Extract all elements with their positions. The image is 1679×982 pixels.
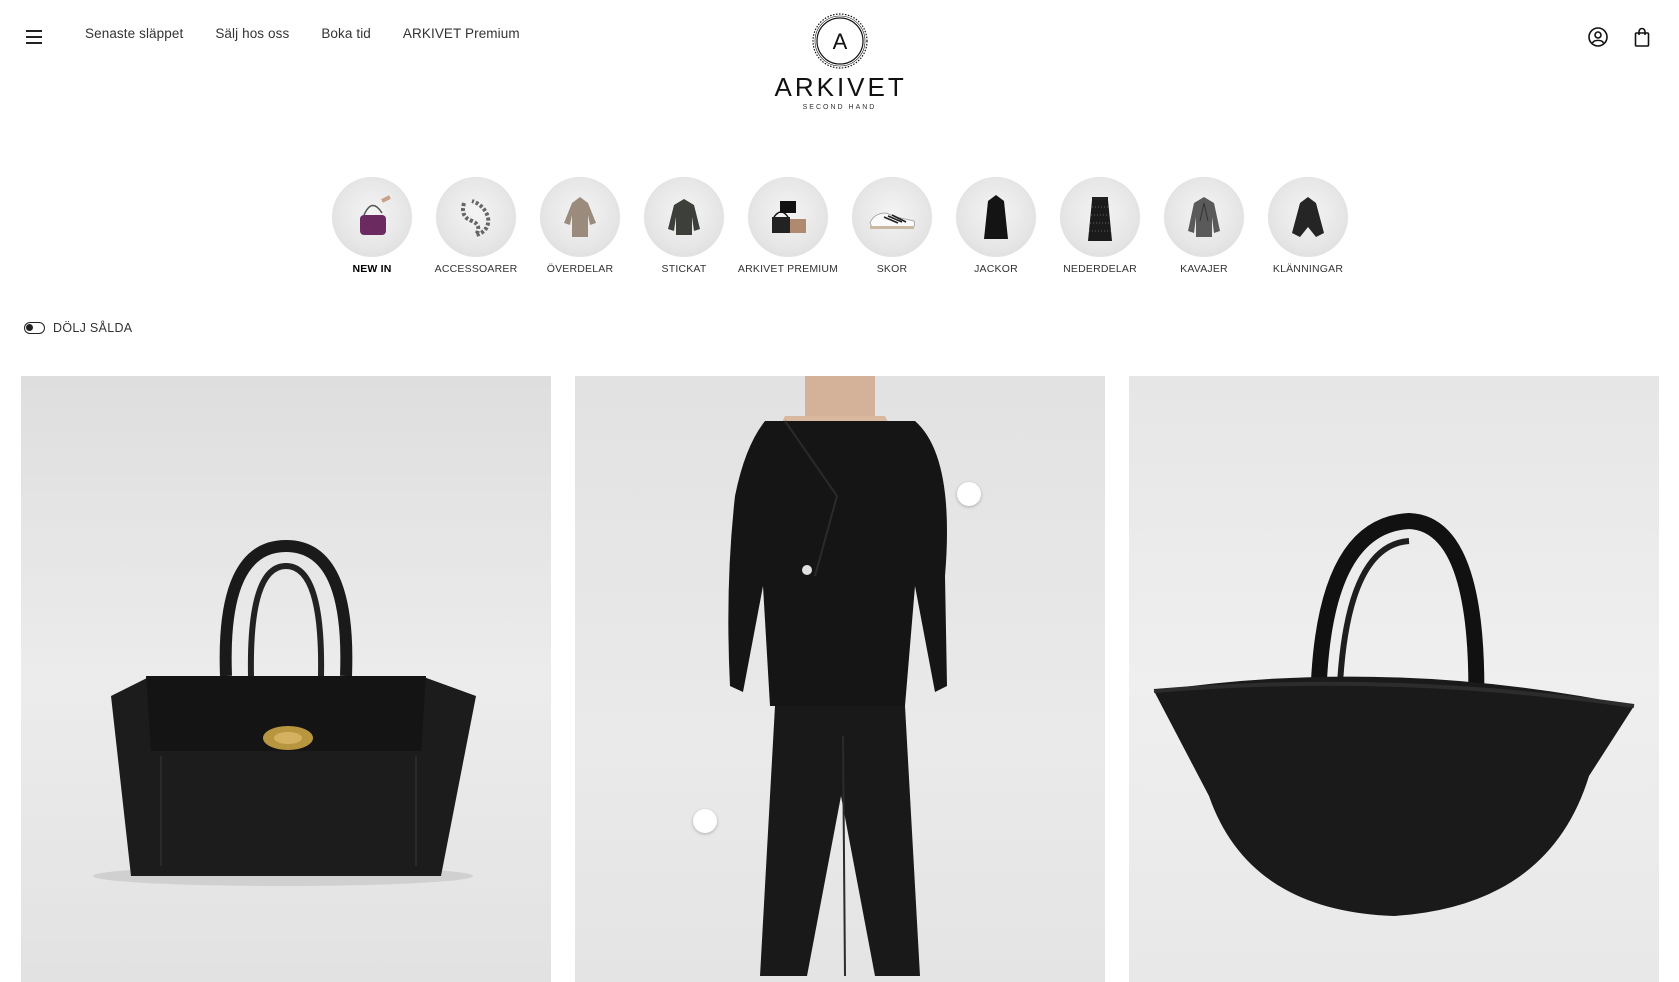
- category-label: NEW IN: [352, 263, 392, 275]
- product-hotspot[interactable]: [693, 809, 717, 833]
- svg-text:A: A: [832, 29, 847, 54]
- purple-handbag-icon: [332, 177, 412, 257]
- logo-badge-icon: A: [775, 12, 905, 70]
- product-grid: [21, 376, 1659, 982]
- hide-sold-filter[interactable]: DÖLJ SÅLDA: [24, 321, 132, 335]
- category-label: JACKOR: [974, 263, 1018, 275]
- grey-blazer-icon: [1164, 177, 1244, 257]
- header-actions: [1587, 26, 1653, 48]
- product-card[interactable]: [575, 376, 1105, 982]
- nav-link-senaste-slappet[interactable]: Senaste släppet: [85, 26, 183, 41]
- category-new-in[interactable]: NEW IN: [332, 177, 412, 275]
- product-card[interactable]: [21, 376, 551, 982]
- category-label: ÖVERDELAR: [546, 263, 614, 275]
- category-label: KAVAJER: [1180, 263, 1228, 275]
- model-wrap-jacket-image: [728, 376, 947, 977]
- shopping-bag-icon[interactable]: [1631, 26, 1653, 48]
- site-header: Senaste släppet Sälj hos oss Boka tid AR…: [0, 0, 1679, 140]
- category-label: ARKIVET PREMIUM: [737, 263, 839, 275]
- category-jackor[interactable]: JACKOR: [956, 177, 1036, 275]
- account-icon[interactable]: [1587, 26, 1609, 48]
- category-carousel: NEW IN ACCESSOARER ÖVERDELAR STICKAT ARK…: [332, 177, 1348, 275]
- nav-link-salj-hos-oss[interactable]: Sälj hos oss: [215, 26, 289, 41]
- nav-link-arkivet-premium[interactable]: ARKIVET Premium: [403, 26, 520, 41]
- category-skor[interactable]: SKOR: [852, 177, 932, 275]
- designer-bags-icon: [748, 177, 828, 257]
- sequin-skirt-icon: [1060, 177, 1140, 257]
- category-kavajer[interactable]: KAVAJER: [1164, 177, 1244, 275]
- nav-link-boka-tid[interactable]: Boka tid: [321, 26, 371, 41]
- category-nederdelar[interactable]: NEDERDELAR: [1060, 177, 1140, 275]
- logo-tagline: SECOND HAND: [802, 104, 877, 111]
- black-coat-icon: [956, 177, 1036, 257]
- category-overdelar[interactable]: ÖVERDELAR: [540, 177, 620, 275]
- dark-sweater-icon: [644, 177, 724, 257]
- category-label: SKOR: [876, 263, 908, 275]
- category-label: ACCESSOARER: [434, 263, 518, 275]
- category-label: STICKAT: [661, 263, 707, 275]
- black-leather-tote-image: [93, 539, 476, 886]
- beige-shirt-icon: [540, 177, 620, 257]
- category-label: KLÄNNINGAR: [1272, 263, 1344, 275]
- toggle-switch-icon[interactable]: [24, 322, 45, 334]
- hide-sold-label: DÖLJ SÅLDA: [53, 321, 133, 335]
- category-arkivet-premium[interactable]: ARKIVET PREMIUM: [738, 177, 838, 275]
- chain-necklace-icon: [436, 177, 516, 257]
- top-navigation: Senaste släppet Sälj hos oss Boka tid AR…: [85, 26, 520, 41]
- category-label: NEDERDELAR: [1063, 263, 1137, 275]
- black-dress-icon: [1268, 177, 1348, 257]
- category-stickat[interactable]: STICKAT: [644, 177, 724, 275]
- sneaker-icon: [852, 177, 932, 257]
- product-hotspot[interactable]: [957, 482, 981, 506]
- hamburger-menu-icon[interactable]: [26, 28, 48, 46]
- product-card[interactable]: [1129, 376, 1659, 982]
- black-basket-bag-image: [1153, 512, 1635, 916]
- logo-wordmark: ARKIVET: [774, 72, 907, 102]
- site-logo[interactable]: A ARKIVET SECOND HAND: [775, 12, 905, 111]
- category-accessoarer[interactable]: ACCESSOARER: [434, 177, 518, 275]
- category-klanningar[interactable]: KLÄNNINGAR: [1268, 177, 1348, 275]
